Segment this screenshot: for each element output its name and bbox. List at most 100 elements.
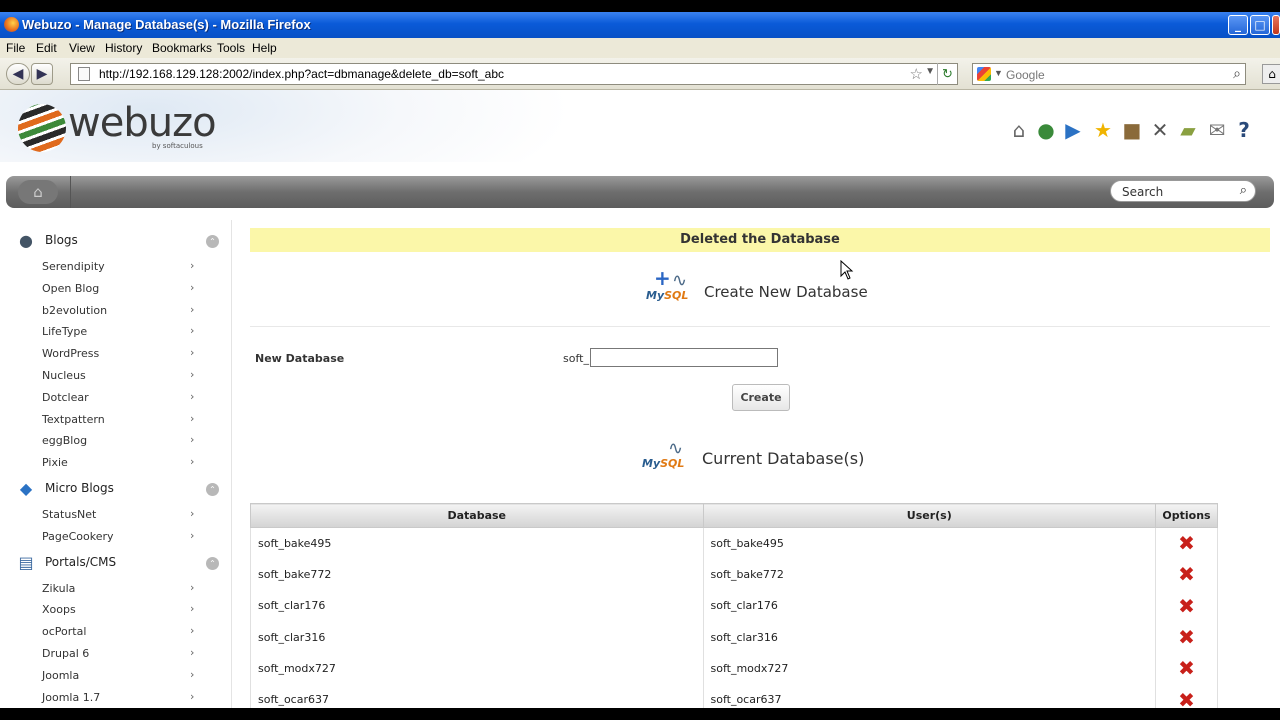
- sidebar-item[interactable]: Xoops ›: [0, 600, 231, 620]
- db-user-cell: soft_modx727: [702, 652, 1156, 684]
- sidebar-category-blogs[interactable]: ● Blogs ⌃: [0, 230, 231, 252]
- url-bar[interactable]: http://192.168.129.128:2002/index.php?ac…: [70, 63, 958, 85]
- collapse-icon[interactable]: ⌃: [206, 483, 219, 496]
- webuzo-header: webuzo by softaculous ⌂ ● ▶ ★ ■ ✕ ▰ ✉ ?: [0, 90, 1280, 162]
- sidebar-item[interactable]: LifeType ›: [0, 322, 231, 342]
- maximize-button[interactable]: □: [1250, 15, 1270, 35]
- browser-search-placeholder: Google: [1006, 68, 1045, 82]
- chevron-right-icon: ›: [190, 433, 195, 447]
- globe-icon[interactable]: ●: [1034, 118, 1058, 142]
- tools-icon[interactable]: ✕: [1148, 118, 1172, 142]
- delete-icon[interactable]: ✖: [1178, 690, 1195, 708]
- help-icon[interactable]: ?: [1232, 118, 1256, 142]
- sidebar-item[interactable]: b2evolution ›: [0, 301, 231, 321]
- sidebar-item[interactable]: Nucleus ›: [0, 366, 231, 386]
- sidebar-item-label: ocPortal: [42, 625, 87, 639]
- table-row: soft_clar176 soft_clar176 ✖: [250, 590, 1218, 622]
- sidebar-item[interactable]: Textpattern ›: [0, 410, 231, 430]
- col-users[interactable]: User(s): [702, 503, 1156, 528]
- box-icon[interactable]: ■: [1120, 118, 1144, 142]
- panel-home-icon[interactable]: ⌂: [18, 180, 58, 204]
- mail-icon[interactable]: ✉: [1205, 118, 1229, 142]
- search-engine-dropdown-icon[interactable]: ▼: [994, 68, 1003, 78]
- browser-search-bar[interactable]: ▼ Google ⌕: [972, 63, 1246, 85]
- panel-search-icon[interactable]: ⌕: [1240, 183, 1247, 198]
- main-content: Deleted the Database + ∿ MySQL Create Ne…: [250, 220, 1280, 708]
- menu-help[interactable]: Help: [252, 41, 277, 55]
- home-icon[interactable]: ⌂: [1007, 118, 1031, 142]
- star-icon[interactable]: ★: [1091, 118, 1115, 142]
- sidebar-item-label: Serendipity: [42, 260, 105, 273]
- menu-file[interactable]: File: [6, 41, 25, 55]
- new-db-input[interactable]: [590, 348, 778, 367]
- sidebar-item[interactable]: WordPress ›: [0, 344, 231, 364]
- delete-icon[interactable]: ✖: [1178, 596, 1195, 616]
- browser-home-icon[interactable]: ⌂: [1262, 64, 1280, 84]
- search-icon[interactable]: ⌕: [1233, 65, 1241, 82]
- folder-icon[interactable]: ▰: [1176, 118, 1200, 142]
- sidebar-item[interactable]: PageCookery ›: [0, 527, 231, 547]
- sidebar-item[interactable]: Zikula ›: [0, 579, 231, 599]
- micro-blogs-icon: ◆: [19, 479, 33, 498]
- google-icon[interactable]: [977, 67, 991, 81]
- menu-edit[interactable]: Edit: [36, 41, 57, 55]
- table-header-row: Database User(s) Options: [250, 503, 1218, 528]
- webuzo-logo-icon[interactable]: [18, 104, 66, 152]
- options-cell: ✖: [1155, 652, 1218, 684]
- sidebar-item[interactable]: eggBlog ›: [0, 431, 231, 451]
- delete-icon[interactable]: ✖: [1178, 658, 1195, 678]
- category-label: Micro Blogs: [45, 481, 114, 495]
- close-button[interactable]: [1272, 15, 1280, 35]
- menu-history[interactable]: History: [105, 41, 142, 55]
- collapse-icon[interactable]: ⌃: [206, 235, 219, 248]
- screen: Webuzo - Manage Database(s) - Mozilla Fi…: [0, 12, 1280, 708]
- col-database[interactable]: Database: [250, 503, 704, 528]
- sidebar-item-label: Joomla 1.7: [42, 690, 101, 704]
- sidebar-category-micro-blogs[interactable]: ◆ Micro Blogs ⌃: [0, 478, 231, 500]
- sidebar-category-portals-cms[interactable]: ▤ Portals/CMS ⌃: [0, 552, 231, 574]
- db-name-cell: soft_bake772: [250, 558, 704, 591]
- delete-icon[interactable]: ✖: [1178, 564, 1195, 584]
- chevron-right-icon: ›: [190, 689, 195, 703]
- sidebar-item[interactable]: Joomla ›: [0, 666, 231, 686]
- sidebar-item[interactable]: Dotclear ›: [0, 388, 231, 408]
- db-user-cell: soft_bake772: [702, 558, 1156, 591]
- create-button[interactable]: Create: [732, 384, 790, 411]
- sidebar-item-label: LifeType: [42, 325, 88, 339]
- sidebar-item[interactable]: Joomla 1.7 ›: [0, 688, 231, 708]
- sidebar-item-label: Zikula: [42, 581, 76, 595]
- sidebar-item[interactable]: ocPortal ›: [0, 622, 231, 642]
- sidebar-item-label: Textpattern: [42, 412, 105, 426]
- menu-bookmarks[interactable]: Bookmarks: [152, 41, 212, 55]
- collapse-icon[interactable]: ⌃: [206, 556, 219, 570]
- panel-search-input[interactable]: Search ⌕: [1110, 180, 1256, 202]
- logo-subtitle: by softaculous: [152, 142, 203, 150]
- sidebar-item[interactable]: StatusNet ›: [0, 505, 231, 525]
- bookmark-star-icon[interactable]: ☆: [910, 65, 923, 83]
- reload-icon[interactable]: ↻: [937, 63, 957, 85]
- new-db-label: New Database: [255, 352, 345, 365]
- forward-button[interactable]: ▶: [31, 63, 53, 85]
- menu-tools[interactable]: Tools: [217, 41, 245, 55]
- delete-icon[interactable]: ✖: [1178, 627, 1195, 647]
- chevron-right-icon: ›: [190, 580, 195, 594]
- chevron-right-icon: ›: [190, 455, 195, 469]
- webuzo-logo-text[interactable]: webuzo: [68, 100, 217, 146]
- delete-icon[interactable]: ✖: [1178, 533, 1195, 553]
- web-page: webuzo by softaculous ⌂ ● ▶ ★ ■ ✕ ▰ ✉ ? …: [0, 90, 1280, 708]
- chevron-right-icon: ›: [190, 259, 195, 272]
- url-dropdown-icon[interactable]: ▼: [925, 66, 935, 77]
- sidebar-item[interactable]: Serendipity ›: [0, 257, 231, 277]
- sidebar-item[interactable]: Open Blog ›: [0, 279, 231, 299]
- chevron-right-icon: ›: [190, 302, 195, 316]
- sidebar-item-label: b2evolution: [42, 303, 108, 317]
- sidebar-item[interactable]: Pixie ›: [0, 453, 231, 473]
- chevron-right-icon: ›: [190, 528, 195, 542]
- sidebar-item[interactable]: Drupal 6 ›: [0, 644, 231, 664]
- back-button[interactable]: ◀: [6, 63, 30, 85]
- menu-view[interactable]: View: [69, 41, 95, 55]
- create-db-title: Create New Database: [704, 283, 868, 301]
- play-icon[interactable]: ▶: [1061, 118, 1085, 142]
- chevron-right-icon: ›: [190, 602, 195, 616]
- minimize-button[interactable]: _: [1228, 15, 1248, 35]
